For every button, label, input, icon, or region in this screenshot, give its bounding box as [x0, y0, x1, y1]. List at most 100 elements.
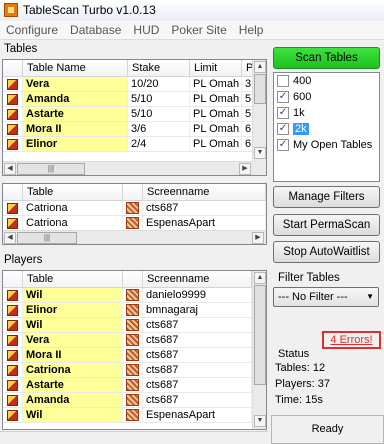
table-row[interactable]: Mora II 3/6 PL Omah 6	[3, 122, 266, 137]
limit-cell: PL Omah	[190, 107, 242, 121]
table-name-cell: Amanda	[23, 92, 128, 106]
player-row[interactable]: Wil cts687	[3, 318, 266, 333]
menu-database[interactable]: Database	[64, 23, 127, 37]
scan-tables-button[interactable]: Scan Tables	[273, 47, 380, 69]
player-row[interactable]: Mora II cts687	[3, 348, 266, 363]
player-screenname-cell: cts687	[143, 348, 252, 362]
seat-row[interactable]: Catriona EspenasApart	[3, 216, 266, 231]
manage-filters-button[interactable]: Manage Filters	[273, 186, 380, 208]
col-table[interactable]: Table	[23, 271, 123, 287]
menu-help[interactable]: Help	[233, 23, 270, 37]
filter-item-600[interactable]: ✓ 600	[274, 89, 379, 105]
player-table-cell: Amanda	[23, 393, 123, 407]
scroll-corner	[252, 161, 266, 175]
limit-cell: PL Omah	[190, 77, 242, 91]
col-table[interactable]: Table	[23, 184, 123, 200]
seats-hscroll[interactable]: ◀ ||| ▶	[3, 230, 266, 244]
poker-chip-icon	[7, 138, 18, 150]
menu-poker-site[interactable]: Poker Site	[165, 23, 232, 37]
scroll-up-icon[interactable]: ▲	[254, 61, 266, 73]
col-table-name[interactable]: Table Name	[23, 60, 128, 76]
scroll-right-icon[interactable]: ▶	[239, 163, 251, 175]
player-table-cell: Elinor	[23, 303, 123, 317]
tables-grid-header: Table Name Stake Limit P	[3, 60, 266, 77]
checkbox-checked-icon[interactable]: ✓	[277, 107, 289, 119]
filter-item-400[interactable]: 400	[274, 73, 379, 89]
table-row[interactable]: Astarte 5/10 PL Omah 5	[3, 107, 266, 122]
poker-chip-icon	[7, 289, 18, 301]
players-vscroll[interactable]: ▲ ▼	[252, 271, 266, 429]
player-row[interactable]: Wil EspenasApart	[3, 408, 266, 423]
scroll-right-icon[interactable]: ▶	[252, 232, 264, 244]
table-row[interactable]: Amanda 5/10 PL Omah 5	[3, 92, 266, 107]
seat-row[interactable]: Catriona cts687	[3, 201, 266, 216]
poker-chip-icon	[7, 379, 18, 391]
limit-cell: PL Omah	[190, 92, 242, 106]
filter-tables-select[interactable]: --- No Filter --- ▼	[273, 287, 379, 307]
player-stats-icon-cell	[123, 216, 143, 230]
player-row[interactable]: Wil danielo9999	[3, 288, 266, 303]
player-stats-icon	[126, 319, 139, 331]
table-name-cell: Mora II	[23, 122, 128, 136]
table-name-cell: Vera	[23, 77, 128, 91]
col-screenname[interactable]: Screenname	[143, 184, 266, 200]
poker-chip-icon-cell	[3, 408, 23, 422]
chevron-down-icon: ▼	[366, 292, 374, 301]
scroll-left-icon[interactable]: ◀	[4, 232, 16, 244]
poker-chip-icon-cell	[3, 363, 23, 377]
checkbox-checked-icon[interactable]: ✓	[277, 91, 289, 103]
player-screenname-cell: EspenasApart	[143, 408, 252, 422]
tables-vscroll[interactable]: ▲ ▼	[252, 60, 266, 161]
tables-hscroll[interactable]: ◀ ||| ▶	[3, 161, 252, 175]
stake-cell: 2/4	[128, 137, 190, 151]
scroll-down-icon[interactable]: ▼	[254, 147, 266, 159]
tables-grid: Table Name Stake Limit P Vera 10/20 PL Oma…	[2, 59, 267, 176]
limit-cell: PL Omah	[190, 137, 242, 151]
errors-link[interactable]: 4 Errors!	[322, 331, 381, 349]
player-table-cell: Mora II	[23, 348, 123, 362]
checkbox-icon[interactable]	[277, 75, 289, 87]
menu-bar: Configure Database HUD Poker Site Help	[0, 21, 384, 40]
col-stake[interactable]: Stake	[128, 60, 190, 76]
player-row[interactable]: Vera cts687	[3, 333, 266, 348]
filter-item-1k[interactable]: ✓ 1k	[274, 105, 379, 121]
scroll-left-icon[interactable]: ◀	[4, 163, 16, 175]
start-permascan-button[interactable]: Start PermaScan	[273, 214, 380, 236]
poker-chip-icon	[7, 334, 18, 346]
player-stats-icon	[126, 409, 139, 421]
scroll-down-icon[interactable]: ▼	[254, 415, 266, 427]
filter-item-my-open-tables[interactable]: ✓ My Open Tables	[274, 137, 379, 153]
checkbox-checked-icon[interactable]: ✓	[277, 139, 289, 151]
checkbox-checked-icon[interactable]: ✓	[277, 123, 289, 135]
player-row[interactable]: Elinor bmnagaraj	[3, 303, 266, 318]
menu-hud[interactable]: HUD	[127, 23, 165, 37]
seats-grid-header: Table Screenname	[3, 184, 266, 201]
hscroll-thumb[interactable]: |||	[17, 163, 85, 175]
scroll-thumb[interactable]	[254, 285, 266, 385]
players-grid: Table Screenname Wil danielo9999 Elinor bmn…	[2, 270, 267, 430]
col-screenname[interactable]: Screenname	[143, 271, 252, 287]
scroll-up-icon[interactable]: ▲	[254, 272, 266, 284]
col-limit[interactable]: Limit	[190, 60, 242, 76]
player-row[interactable]: Catriona cts687	[3, 363, 266, 378]
status-players: Players: 37	[275, 378, 331, 390]
stake-cell: 3/6	[128, 122, 190, 136]
poker-chip-icon-cell	[3, 201, 23, 215]
table-row[interactable]: Vera 10/20 PL Omah 3	[3, 77, 266, 92]
stake-cell: 10/20	[128, 77, 190, 91]
hscroll-thumb[interactable]: |||	[17, 232, 77, 244]
menu-configure[interactable]: Configure	[0, 23, 64, 37]
status-label: Status	[278, 348, 310, 360]
player-row[interactable]: Amanda cts687	[3, 393, 266, 408]
player-row[interactable]: Astarte cts687	[3, 378, 266, 393]
player-screenname-cell: bmnagaraj	[143, 303, 252, 317]
stop-autowaitlist-button[interactable]: Stop AutoWaitlist	[273, 241, 380, 263]
scroll-thumb[interactable]	[254, 74, 266, 104]
title-bar: TableScan Turbo v1.0.13	[0, 0, 384, 20]
player-stats-icon	[126, 304, 139, 316]
player-screenname-cell: cts687	[143, 378, 252, 392]
filter-item-2k[interactable]: ✓ 2k	[274, 121, 379, 137]
table-row[interactable]: Elinor 2/4 PL Omah 6	[3, 137, 266, 152]
player-table-cell: Wil	[23, 288, 123, 302]
seat-screenname-cell: cts687	[143, 201, 266, 215]
